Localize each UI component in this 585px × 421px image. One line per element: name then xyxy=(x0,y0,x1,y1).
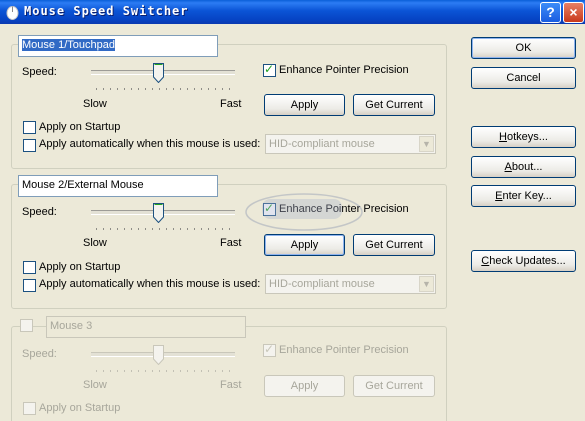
mouse-3-startup-checkbox[interactable] xyxy=(23,402,36,415)
help-icon: ? xyxy=(546,4,555,20)
mouse-1-auto-checkbox[interactable] xyxy=(23,139,36,152)
close-icon: × xyxy=(569,4,578,20)
mouse-1-name-text: Mouse 1/Touchpad xyxy=(22,39,115,51)
mouse-3-speed-ticks xyxy=(96,370,236,372)
check-updates-button[interactable]: Check Updates... xyxy=(471,250,576,272)
mouse-2-fast-label: Fast xyxy=(220,237,242,249)
mouse-3-speed-label: Speed: xyxy=(22,348,57,360)
mouse-2-apply-button[interactable]: Apply xyxy=(264,234,345,256)
slider-thumb-icon[interactable] xyxy=(153,63,164,83)
about-mnemonic: A xyxy=(504,161,512,173)
mouse-2-slow-label: Slow xyxy=(83,237,107,249)
close-button[interactable]: × xyxy=(563,2,584,23)
mouse-1-device-value: HID-compliant mouse xyxy=(269,138,375,150)
mouse-3-slow-label: Slow xyxy=(83,379,107,391)
mouse-3-name-text: Mouse 3 xyxy=(50,320,93,332)
mouse-3-enhance-label: Enhance Pointer Precision xyxy=(279,344,409,356)
mouse-1-get-current-button[interactable]: Get Current xyxy=(353,94,435,116)
enter-key-mnemonic: E xyxy=(495,190,503,202)
enter-key-button[interactable]: Enter Key... xyxy=(471,185,576,207)
combo-arrow-icon[interactable]: ▼ xyxy=(419,276,434,292)
mouse-3-get-current-button[interactable]: Get Current xyxy=(353,375,435,397)
slider-thumb-icon[interactable] xyxy=(153,345,164,365)
window-title: Mouse Speed Switcher xyxy=(24,4,189,18)
about-label: bout... xyxy=(511,161,543,173)
enter-key-label: nter Key... xyxy=(502,190,552,202)
mouse-3-name-field[interactable]: Mouse 3 xyxy=(46,316,246,338)
mouse-2-device-value: HID-compliant mouse xyxy=(269,278,375,290)
mouse-1-enhance-checkbox[interactable] xyxy=(263,62,276,77)
mouse-3-enable-checkbox[interactable] xyxy=(20,319,33,332)
mouse-2-startup-label: Apply on Startup xyxy=(39,261,121,273)
mouse-1-startup-checkbox[interactable] xyxy=(23,121,36,134)
mouse-1-apply-button[interactable]: Apply xyxy=(264,94,345,116)
mouse-1-speed-label: Speed: xyxy=(22,66,57,78)
ok-button[interactable]: OK xyxy=(471,37,576,59)
mouse-3-apply-button[interactable]: Apply xyxy=(264,375,345,397)
mouse-speed-switcher-window: Mouse Speed Switcher ? × Mouse 1/Touchpa… xyxy=(0,0,585,421)
about-button[interactable]: About... xyxy=(471,156,576,178)
hotkeys-label: otkeys... xyxy=(506,131,548,143)
hotkeys-button[interactable]: Hotkeys... xyxy=(471,126,576,148)
mouse-icon xyxy=(6,6,19,20)
help-button[interactable]: ? xyxy=(540,2,561,23)
mouse-2-enhance-label: Enhance Pointer Precision xyxy=(279,203,409,215)
mouse-1-fast-label: Fast xyxy=(220,98,242,110)
mouse-2-auto-label: Apply automatically when this mouse is u… xyxy=(39,278,261,290)
mouse-1-slow-label: Slow xyxy=(83,98,107,110)
mouse-1-auto-label: Apply automatically when this mouse is u… xyxy=(39,138,261,150)
combo-arrow-icon[interactable]: ▼ xyxy=(419,136,434,152)
mouse-1-speed-ticks xyxy=(96,88,236,90)
mouse-3-startup-label: Apply on Startup xyxy=(39,402,121,414)
title-bar[interactable]: Mouse Speed Switcher ? × xyxy=(0,0,585,24)
mouse-1-device-select[interactable]: HID-compliant mouse ▼ xyxy=(265,134,436,154)
mouse-2-device-select[interactable]: HID-compliant mouse ▼ xyxy=(265,274,436,294)
mouse-2-get-current-button[interactable]: Get Current xyxy=(353,234,435,256)
mouse-2-speed-label: Speed: xyxy=(22,206,57,218)
mouse-1-enhance-label: Enhance Pointer Precision xyxy=(279,64,409,76)
mouse-2-enhance-checkbox[interactable] xyxy=(263,201,276,216)
slider-thumb-icon[interactable] xyxy=(153,203,164,223)
mouse-2-name-text: Mouse 2/External Mouse xyxy=(22,179,144,191)
hotkeys-mnemonic: H xyxy=(499,131,507,143)
mouse-1-startup-label: Apply on Startup xyxy=(39,121,121,133)
mouse-2-auto-checkbox[interactable] xyxy=(23,279,36,292)
mouse-1-name-field[interactable]: Mouse 1/Touchpad xyxy=(18,35,218,57)
mouse-3-fast-label: Fast xyxy=(220,379,242,391)
mouse-2-startup-checkbox[interactable] xyxy=(23,261,36,274)
check-updates-label: heck Updates... xyxy=(489,255,566,267)
mouse-2-speed-ticks xyxy=(96,228,236,230)
mouse-2-name-field[interactable]: Mouse 2/External Mouse xyxy=(18,175,218,197)
cancel-button[interactable]: Cancel xyxy=(471,67,576,89)
mouse-3-enhance-checkbox[interactable] xyxy=(263,342,276,357)
